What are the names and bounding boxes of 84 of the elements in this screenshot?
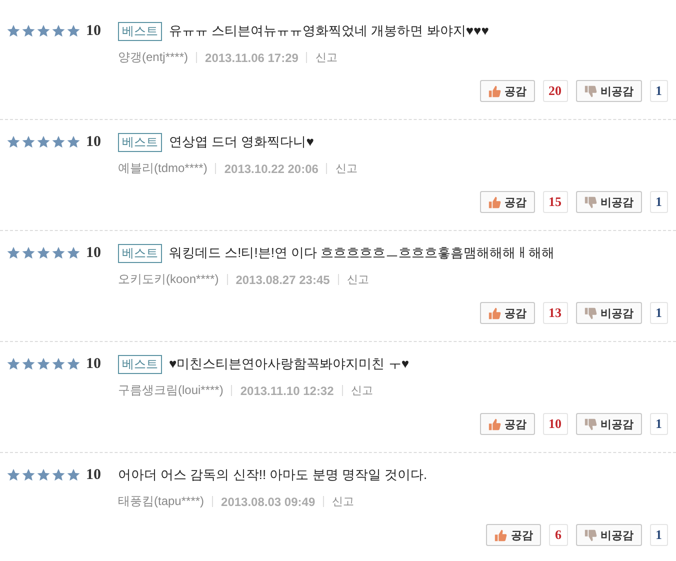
best-badge: 베스트	[118, 22, 162, 40]
best-badge: 베스트	[118, 354, 162, 374]
like-count: 20	[542, 80, 568, 102]
star-icon	[66, 468, 81, 482]
star-icon	[21, 468, 36, 482]
thumbs-up-icon	[494, 528, 507, 542]
report-link[interactable]: 신고	[335, 161, 358, 176]
report-link[interactable]: 신고	[346, 272, 369, 287]
star-icon	[66, 246, 81, 260]
thumbs-down-icon	[584, 418, 596, 430]
dislike-button[interactable]: 비공감	[576, 413, 642, 435]
thumbs-up-icon	[488, 418, 500, 430]
review-text: 연상엽 드더 영화찍다니♥	[169, 133, 314, 151]
like-button[interactable]: 공감	[486, 524, 541, 546]
report-link[interactable]: 신고	[332, 494, 354, 509]
dislike-button[interactable]: 비공감	[576, 191, 642, 213]
dislike-button[interactable]: 비공감	[576, 80, 642, 102]
report-link[interactable]: 신고	[315, 50, 338, 65]
star-icon	[51, 357, 66, 371]
review-text: 유ㅠㅠ 스티븐여뉴ㅠㅠ영화찍었네 개봉하면 봐야지♥♥♥	[169, 22, 489, 40]
like-count: 15	[542, 191, 568, 213]
dislike-count: 1	[650, 80, 668, 102]
star-icon	[6, 468, 21, 482]
star-icon	[36, 135, 51, 149]
best-badge: 베스트	[118, 244, 162, 262]
author-name: 예블리(tdmo****)	[118, 160, 208, 177]
like-button[interactable]: 공감	[480, 191, 534, 213]
rating-score: 10	[86, 356, 101, 372]
star-icon	[36, 468, 51, 482]
like-button[interactable]: 공감	[480, 413, 534, 435]
thumbs-down-icon	[584, 528, 596, 542]
star-icon	[21, 135, 36, 149]
thumbs-up-icon	[488, 196, 500, 208]
review-date: 2013.10.22 20:06	[224, 162, 318, 176]
rating-score: 10	[86, 22, 101, 40]
star-icon	[66, 24, 81, 38]
star-icon	[51, 246, 66, 260]
star-icon	[36, 24, 51, 38]
star-icon	[6, 357, 21, 371]
star-icon	[51, 24, 66, 38]
review-text: ♥미친스티븐연아사랑함꼭봐야지미친 ㅜ♥	[169, 355, 410, 373]
rating-score: 10	[86, 134, 101, 150]
star-icon	[6, 24, 21, 38]
thumbs-up-icon	[488, 306, 500, 320]
report-link[interactable]: 신고	[350, 383, 373, 398]
review-date: 2013.08.27 23:45	[236, 272, 330, 286]
star-icon	[51, 135, 66, 149]
dislike-count: 1	[650, 302, 668, 324]
best-badge: 베스트	[118, 132, 162, 152]
star-icon	[51, 468, 66, 482]
dislike-count: 1	[650, 413, 668, 435]
like-button[interactable]: 공감	[480, 80, 534, 102]
thumbs-up-icon	[488, 84, 500, 98]
star-icon	[66, 135, 81, 149]
dislike-count: 1	[650, 524, 668, 546]
author-name: 구름생크림(loui****)	[118, 382, 224, 399]
like-count: 13	[542, 302, 568, 324]
dislike-count: 1	[650, 191, 668, 213]
review-text: 어아더 어스 감독의 신작!! 아마도 분명 명작일 것이다.	[118, 466, 428, 484]
thumbs-down-icon	[584, 84, 596, 98]
author-name: 양갱(entj****)	[118, 49, 188, 66]
star-icon	[6, 246, 21, 260]
rating-score: 10	[86, 466, 101, 484]
dislike-button[interactable]: 비공감	[576, 524, 642, 546]
thumbs-down-icon	[584, 196, 596, 208]
dislike-button[interactable]: 비공감	[576, 302, 642, 324]
author-name: 오키도키(koon****)	[118, 271, 219, 288]
like-count: 6	[549, 524, 568, 546]
star-icon	[36, 246, 51, 260]
star-icon	[21, 24, 36, 38]
star-icon	[21, 357, 36, 371]
review-date: 2013.11.06 17:29	[205, 50, 298, 64]
thumbs-down-icon	[584, 306, 596, 320]
star-icon	[66, 357, 81, 371]
review-date: 2013.08.03 09:49	[221, 494, 316, 508]
like-count: 10	[542, 413, 568, 435]
like-button[interactable]: 공감	[480, 302, 534, 324]
review-text: 워킹데드 스!티!븐!연 이다 흐흐흐흐흐ㅡ흐흐흐흫흠맴해해해ㅐ해해	[169, 244, 555, 262]
star-icon	[36, 357, 51, 371]
star-icon	[21, 246, 36, 260]
review-date: 2013.11.10 12:32	[240, 384, 334, 398]
star-icon	[6, 135, 21, 149]
rating-score: 10	[86, 244, 101, 262]
author-name: 태풍킴(tapu****)	[118, 493, 204, 510]
